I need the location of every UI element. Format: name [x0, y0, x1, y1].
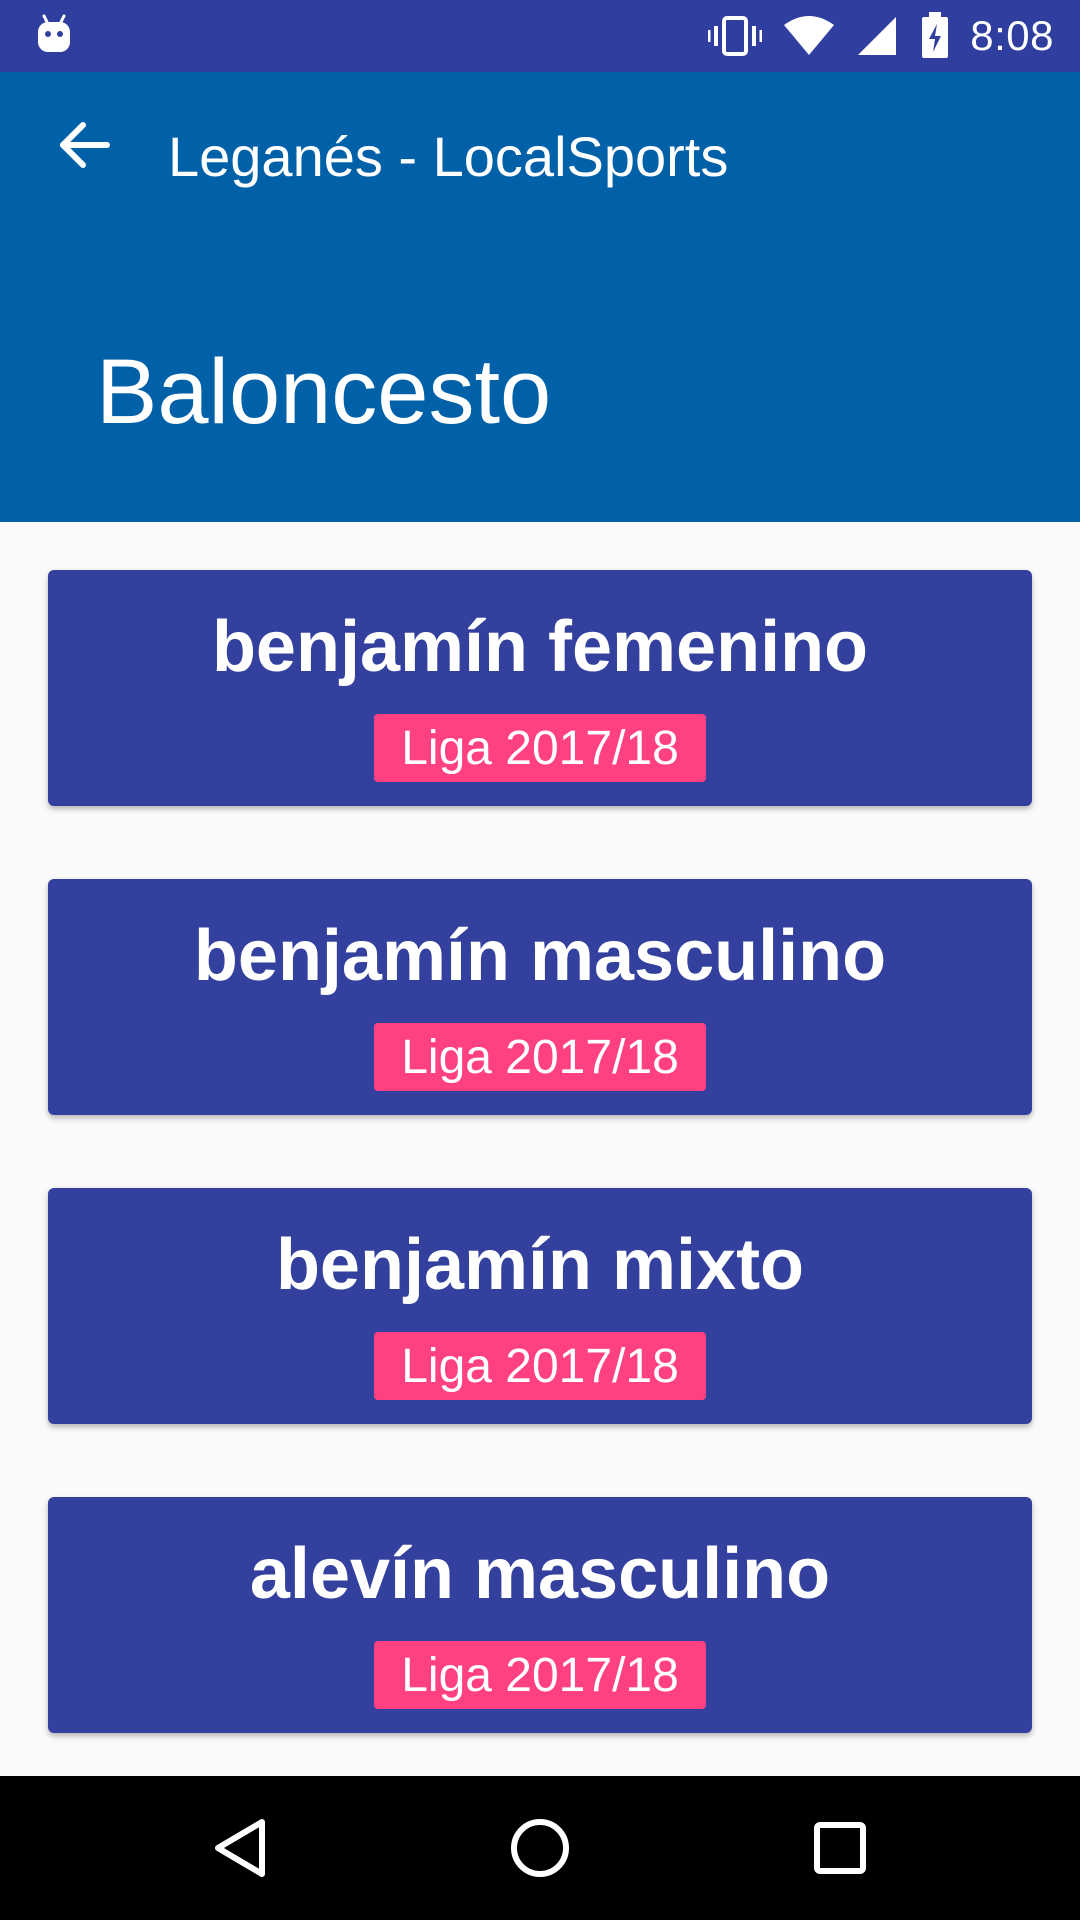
- battery-charging-icon: [922, 12, 949, 58]
- status-time: 8:08: [970, 12, 1054, 59]
- arrow-back-icon: [60, 122, 110, 168]
- category-name: alevín masculino: [249, 1534, 831, 1614]
- category-card-benjamin-femenino[interactable]: benjamín femenino Liga 2017/18: [48, 570, 1032, 806]
- recents-square-icon: [814, 1822, 866, 1874]
- back-button[interactable]: [40, 100, 130, 190]
- back-triangle-icon: [215, 1819, 265, 1877]
- home-circle-icon: [511, 1819, 569, 1877]
- league-badge: Liga 2017/18: [374, 1641, 706, 1709]
- category-card-benjamin-mixto[interactable]: benjamín mixto Liga 2017/18: [48, 1188, 1032, 1424]
- category-list[interactable]: benjamín femenino Liga 2017/18 benjamín …: [0, 522, 1080, 1776]
- league-badge: Liga 2017/18: [374, 714, 706, 782]
- toolbar-title: Leganés - LocalSports: [168, 125, 729, 188]
- category-card-alevin-masculino[interactable]: alevín masculino Liga 2017/18: [48, 1497, 1032, 1733]
- status-bar: 8:08: [0, 0, 1080, 72]
- nav-back-button[interactable]: [190, 1798, 290, 1898]
- signal-icon: [858, 17, 897, 55]
- league-badge: Liga 2017/18: [374, 1023, 706, 1091]
- category-name: benjamín mixto: [275, 1225, 805, 1305]
- navigation-bar: [0, 1776, 1080, 1920]
- category-name: benjamín femenino: [211, 607, 869, 687]
- category-card-benjamin-masculino[interactable]: benjamín masculino Liga 2017/18: [48, 879, 1032, 1115]
- vibrate-icon: [708, 16, 763, 56]
- league-badge: Liga 2017/18: [374, 1332, 706, 1400]
- nav-home-button[interactable]: [490, 1798, 590, 1898]
- category-name: benjamín masculino: [193, 916, 887, 996]
- nav-recents-button[interactable]: [790, 1798, 890, 1898]
- wifi-icon: [784, 16, 835, 55]
- page-title: Baloncesto: [96, 341, 552, 443]
- android-icon: [38, 14, 70, 52]
